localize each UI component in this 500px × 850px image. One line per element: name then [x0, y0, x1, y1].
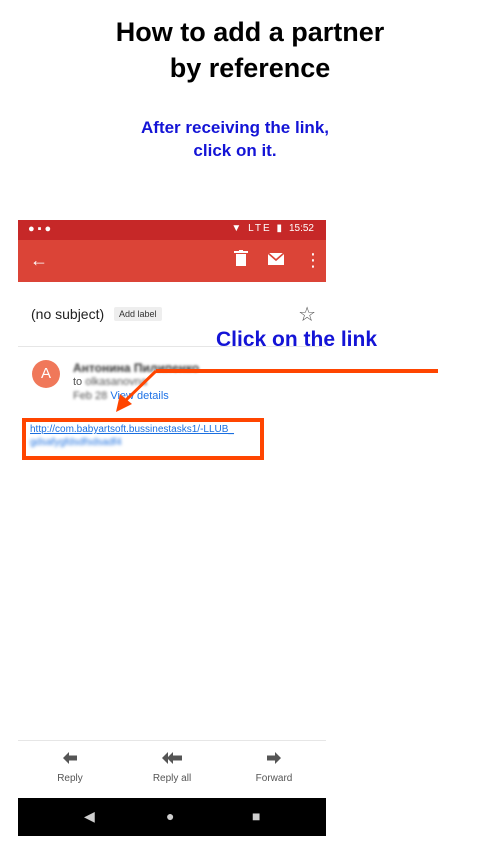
link-highlight-box	[22, 418, 264, 460]
